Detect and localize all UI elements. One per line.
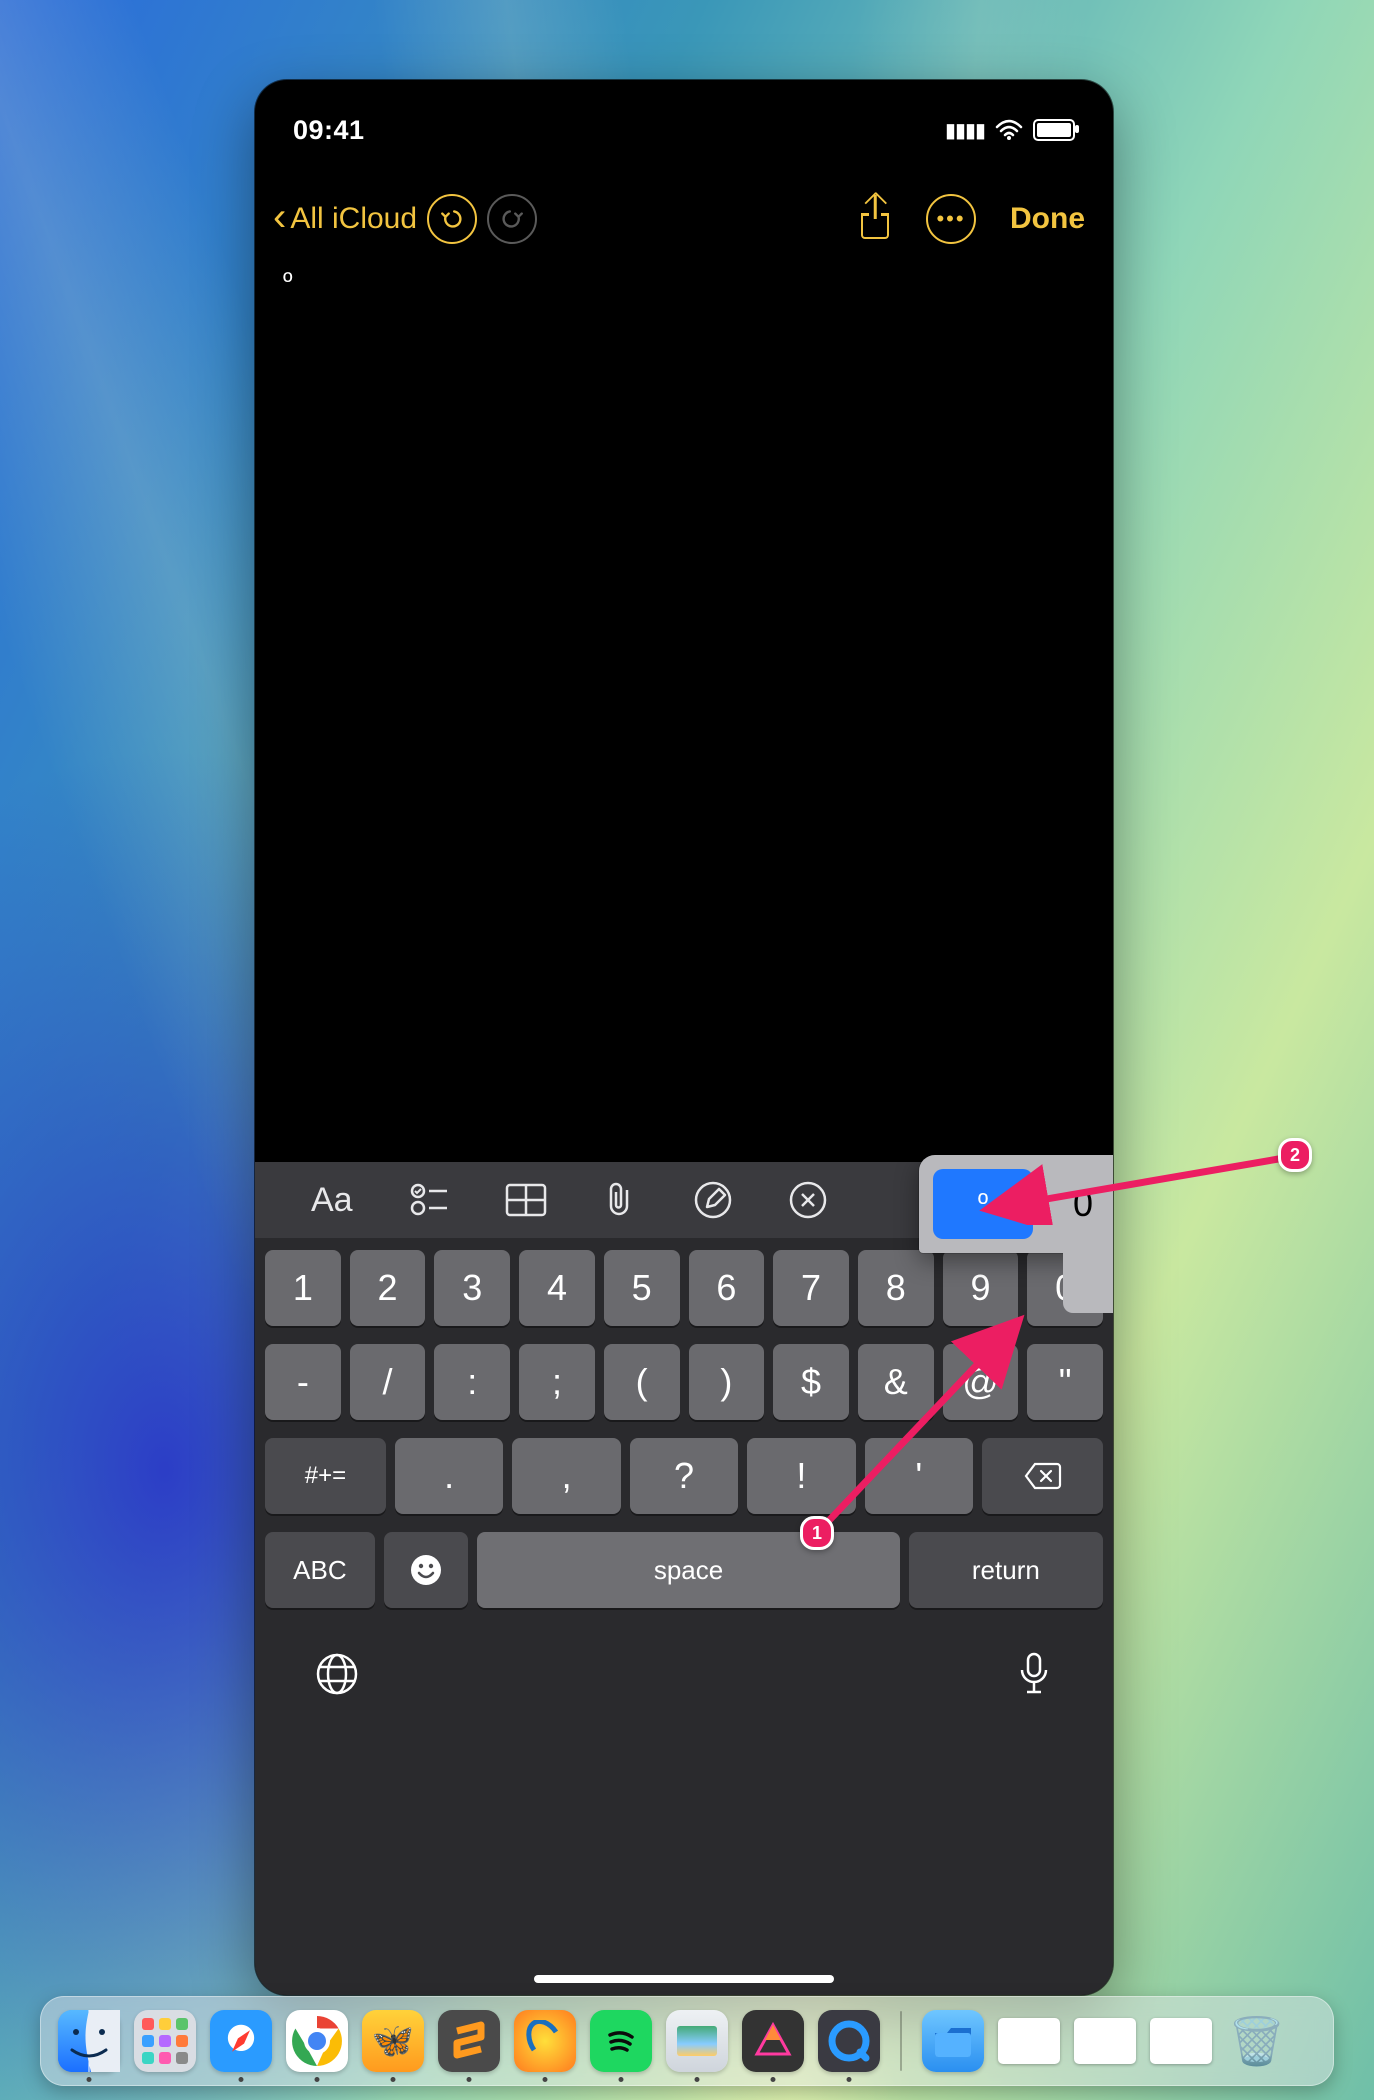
kb-row-2: - / : ; ( ) $ & @ " [263, 1344, 1105, 1420]
key-4[interactable]: 4 [519, 1250, 595, 1326]
kb-row-1: 1 2 3 4 5 6 7 8 9 0 [263, 1250, 1105, 1326]
keyboard-zone: Aa 1 2 3 4 5 [255, 1162, 1113, 1995]
backspace-icon [1023, 1461, 1063, 1491]
dock-app-affinity[interactable] [742, 2010, 804, 2072]
dock-app-spotify[interactable] [590, 2010, 652, 2072]
macos-dock: 🦋 🗑️ [40, 1996, 1334, 2086]
key-6[interactable]: 6 [689, 1250, 765, 1326]
text-format-button[interactable]: Aa [311, 1181, 353, 1220]
key-period[interactable]: . [395, 1438, 503, 1514]
dock-app-sublime[interactable] [438, 2010, 500, 2072]
key-symbols[interactable]: #+= [265, 1438, 386, 1514]
key-7[interactable]: 7 [773, 1250, 849, 1326]
status-bar: 09:41 ▮▮▮▮ [255, 80, 1113, 160]
dock-separator [900, 2011, 902, 2071]
key-dollar[interactable]: $ [773, 1344, 849, 1420]
more-button[interactable]: ••• [926, 194, 976, 244]
key-abc[interactable]: ABC [265, 1532, 375, 1608]
checklist-button[interactable] [409, 1182, 449, 1218]
dock-minimized-window-1[interactable] [998, 2018, 1060, 2064]
key-rparen[interactable]: ) [689, 1344, 765, 1420]
kb-row-3: #+= . , ? ! ' [263, 1438, 1105, 1514]
close-keyboard-button[interactable] [789, 1181, 827, 1219]
key-1[interactable]: 1 [265, 1250, 341, 1326]
dictation-button[interactable] [1015, 1650, 1053, 1703]
dock-app-finder[interactable] [58, 2010, 120, 2072]
kb-row-4: ABC space return [263, 1532, 1105, 1626]
undo-button[interactable] [427, 194, 477, 244]
dock-app-quicktime[interactable] [818, 2010, 880, 2072]
notes-toolbar: ‹ All iCloud ••• Done [255, 160, 1113, 254]
key-amp[interactable]: & [858, 1344, 934, 1420]
dock-minimized-window-3[interactable] [1150, 2018, 1212, 2064]
popover-option-degree[interactable]: º [933, 1169, 1033, 1239]
key-exclaim[interactable]: ! [747, 1438, 855, 1514]
key-return[interactable]: return [909, 1532, 1103, 1608]
home-indicator[interactable] [534, 1975, 834, 1983]
key-emoji[interactable] [384, 1532, 468, 1608]
key-3[interactable]: 3 [434, 1250, 510, 1326]
dock-app-chrome[interactable] [286, 2010, 348, 2072]
key-semicolon[interactable]: ; [519, 1344, 595, 1420]
key-longpress-popover[interactable]: º 0 [919, 1155, 1113, 1253]
key-at[interactable]: @ [943, 1344, 1019, 1420]
key-9[interactable]: 9 [943, 1250, 1019, 1326]
keyboard: 1 2 3 4 5 6 7 8 9 0 - / : ; ( ) $ & @ [255, 1238, 1113, 1626]
globe-button[interactable] [315, 1652, 359, 1701]
markup-button[interactable] [693, 1180, 733, 1220]
key-slash[interactable]: / [350, 1344, 426, 1420]
dock-trash[interactable]: 🗑️ [1226, 2010, 1288, 2072]
key-lparen[interactable]: ( [604, 1344, 680, 1420]
key-space[interactable]: space [477, 1532, 899, 1608]
note-content[interactable]: º [255, 254, 1113, 378]
back-button[interactable]: ‹ All iCloud [273, 202, 417, 236]
redo-button[interactable] [487, 194, 537, 244]
wifi-icon [995, 119, 1023, 141]
key-colon[interactable]: : [434, 1344, 510, 1420]
iphone-mirror-window: 09:41 ▮▮▮▮ ‹ All iCloud ••• Done º [255, 80, 1113, 1995]
key-dash[interactable]: - [265, 1344, 341, 1420]
key-quote[interactable]: " [1027, 1344, 1103, 1420]
annotation-badge-2: 2 [1278, 1138, 1312, 1172]
key-question[interactable]: ? [630, 1438, 738, 1514]
dock-downloads-folder[interactable] [922, 2010, 984, 2072]
back-label: All iCloud [290, 202, 417, 236]
key-5[interactable]: 5 [604, 1250, 680, 1326]
popover-stem [1063, 1243, 1113, 1313]
popover-option-zero[interactable]: 0 [1033, 1169, 1113, 1239]
text-format-label: Aa [311, 1181, 353, 1220]
key-backspace[interactable] [982, 1438, 1103, 1514]
key-8[interactable]: 8 [858, 1250, 934, 1326]
table-button[interactable] [505, 1183, 547, 1217]
dock-app-safari[interactable] [210, 2010, 272, 2072]
dock-minimized-window-2[interactable] [1074, 2018, 1136, 2064]
key-2[interactable]: 2 [350, 1250, 426, 1326]
emoji-icon [408, 1552, 444, 1588]
battery-icon [1033, 119, 1075, 141]
done-button[interactable]: Done [1010, 202, 1085, 236]
keyboard-bottom-bar [255, 1626, 1113, 1733]
dock-app-preview[interactable] [666, 2010, 728, 2072]
note-text: º [283, 266, 293, 296]
key-apostrophe[interactable]: ' [865, 1438, 973, 1514]
status-time: 09:41 [293, 115, 365, 146]
dock-app-freeform[interactable]: 🦋 [362, 2010, 424, 2072]
key-comma[interactable]: , [512, 1438, 620, 1514]
attach-button[interactable] [603, 1180, 637, 1220]
dock-app-octave[interactable] [514, 2010, 576, 2072]
dock-app-launchpad[interactable] [134, 2010, 196, 2072]
cellular-icon: ▮▮▮▮ [945, 118, 985, 143]
status-indicators: ▮▮▮▮ [945, 118, 1075, 143]
share-button[interactable] [858, 199, 892, 239]
